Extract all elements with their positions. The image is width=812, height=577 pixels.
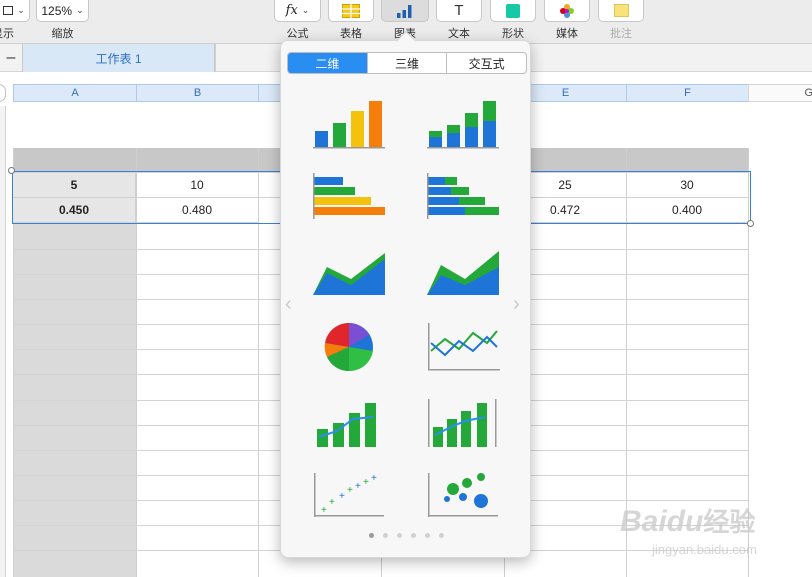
tab-interactive[interactable]: 交互式 xyxy=(447,53,526,73)
bubble-chart-icon[interactable] xyxy=(425,469,501,521)
text-icon: T xyxy=(454,2,464,19)
chevron-down-icon: ⌄ xyxy=(301,5,310,15)
selection-handle[interactable] xyxy=(747,220,754,227)
media-label: 媒体 xyxy=(556,28,578,40)
cell-b1[interactable]: 10 xyxy=(136,173,259,198)
view-icon xyxy=(3,6,14,15)
column-header-f[interactable]: F xyxy=(626,84,749,102)
row-ruler xyxy=(0,106,6,577)
comment-label: 批注 xyxy=(610,28,632,40)
text-button[interactable]: T xyxy=(436,0,482,22)
svg-text:+: + xyxy=(355,481,361,492)
photos-icon xyxy=(560,3,574,18)
column-header-a[interactable]: A xyxy=(13,84,137,102)
page-dot[interactable] xyxy=(369,533,374,538)
selection-handle[interactable] xyxy=(8,167,15,174)
formula-label: 公式 xyxy=(286,28,309,40)
cell-f2[interactable]: 0.400 xyxy=(626,198,749,223)
formula-button[interactable]: fx ⌄ xyxy=(274,0,321,22)
stacked-column-chart-icon[interactable] xyxy=(425,97,501,149)
table-handle[interactable] xyxy=(0,84,6,102)
watermark-brand-cn: 经验 xyxy=(703,507,756,537)
column-header-b[interactable]: B xyxy=(136,84,259,102)
view-button[interactable]: ⌄ xyxy=(0,0,30,22)
shape-label: 形状 xyxy=(502,28,524,40)
pie-chart-icon[interactable] xyxy=(311,321,387,373)
svg-text:+: + xyxy=(329,497,335,508)
column-line-chart-icon[interactable] xyxy=(311,397,387,449)
svg-text:+: + xyxy=(339,491,345,502)
page-dot[interactable] xyxy=(439,533,444,538)
line-chart-icon[interactable] xyxy=(425,321,501,373)
page-indicator xyxy=(281,533,532,538)
scatter-chart-icon[interactable]: + + + + + + + xyxy=(311,469,387,521)
zoom-value: 125% xyxy=(41,3,73,18)
table-button[interactable] xyxy=(328,0,374,22)
formula-icon: fx xyxy=(285,3,298,18)
tab-divider xyxy=(215,44,216,72)
cell-a1[interactable]: 5 xyxy=(13,173,136,198)
remove-sheet-button[interactable]: – xyxy=(0,44,22,72)
svg-text:+: + xyxy=(321,505,327,516)
svg-text:+: + xyxy=(347,485,353,496)
baidu-watermark: Baidu经验 jingyan.baidu.com xyxy=(612,484,812,577)
page-dot[interactable] xyxy=(397,533,402,538)
svg-text:+: + xyxy=(371,473,377,484)
comment-button[interactable] xyxy=(598,0,644,22)
watermark-url: jingyan.baidu.com xyxy=(652,542,757,557)
previous-page-arrow[interactable]: ‹ xyxy=(285,293,292,316)
chart-popover: 二维 三维 交互式 + + + + + + + ‹ › xyxy=(280,31,532,558)
column-chart-icon[interactable] xyxy=(311,97,387,149)
page-dot[interactable] xyxy=(411,533,416,538)
chevron-down-icon: ⌄ xyxy=(17,5,25,15)
shape-button[interactable] xyxy=(490,0,536,22)
chart-button[interactable] xyxy=(381,0,429,22)
comment-icon xyxy=(613,4,629,17)
tab-2d[interactable]: 二维 xyxy=(288,53,368,73)
table-icon xyxy=(342,3,360,18)
watermark-brand: Baidu xyxy=(620,505,704,538)
view-label: 显示 xyxy=(0,28,14,40)
page-dot[interactable] xyxy=(383,533,388,538)
zoom-label: 缩放 xyxy=(51,28,74,40)
stacked-area-chart-icon[interactable] xyxy=(425,245,501,297)
cell-a2[interactable]: 0.450 xyxy=(13,198,136,223)
zoom-select[interactable]: 125% ⌄ xyxy=(36,0,89,22)
next-page-arrow[interactable]: › xyxy=(513,293,520,316)
chart-icon xyxy=(397,4,412,18)
media-button[interactable] xyxy=(544,0,590,22)
table-label: 表格 xyxy=(340,28,362,40)
cell-f1[interactable]: 30 xyxy=(626,173,749,198)
area-chart-icon[interactable] xyxy=(311,245,387,297)
cell-b2[interactable]: 0.480 xyxy=(136,198,259,223)
svg-text:+: + xyxy=(363,477,369,488)
column-header-g[interactable]: G xyxy=(748,84,812,102)
chart-type-tabs: 二维 三维 交互式 xyxy=(287,52,527,74)
column-line-axis-chart-icon[interactable] xyxy=(425,397,501,449)
bar-chart-icon[interactable] xyxy=(311,171,387,223)
page-dot[interactable] xyxy=(425,533,430,538)
text-label: 文本 xyxy=(448,28,470,40)
chevron-down-icon: ⌄ xyxy=(76,5,84,15)
tab-3d[interactable]: 三维 xyxy=(368,53,448,73)
stacked-bar-chart-icon[interactable] xyxy=(425,171,501,223)
shape-icon xyxy=(506,3,520,18)
sheet-tab[interactable]: 工作表 1 xyxy=(22,44,215,72)
